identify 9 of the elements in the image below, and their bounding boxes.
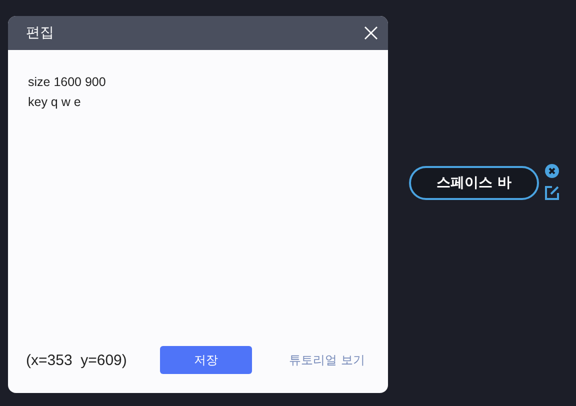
save-button[interactable]: 저장 [160,346,252,374]
key-overlay[interactable]: 스페이스 바 [409,166,539,200]
dialog-title: 편집 [26,24,54,42]
edit-icon[interactable] [544,185,560,201]
remove-icon[interactable] [544,163,560,179]
coordinates-text: (x=353 y=609) [26,352,128,368]
close-button[interactable] [364,26,378,40]
key-label: 스페이스 바 [436,174,512,192]
editor-field[interactable]: size 1600 900 key q w e [28,72,368,335]
